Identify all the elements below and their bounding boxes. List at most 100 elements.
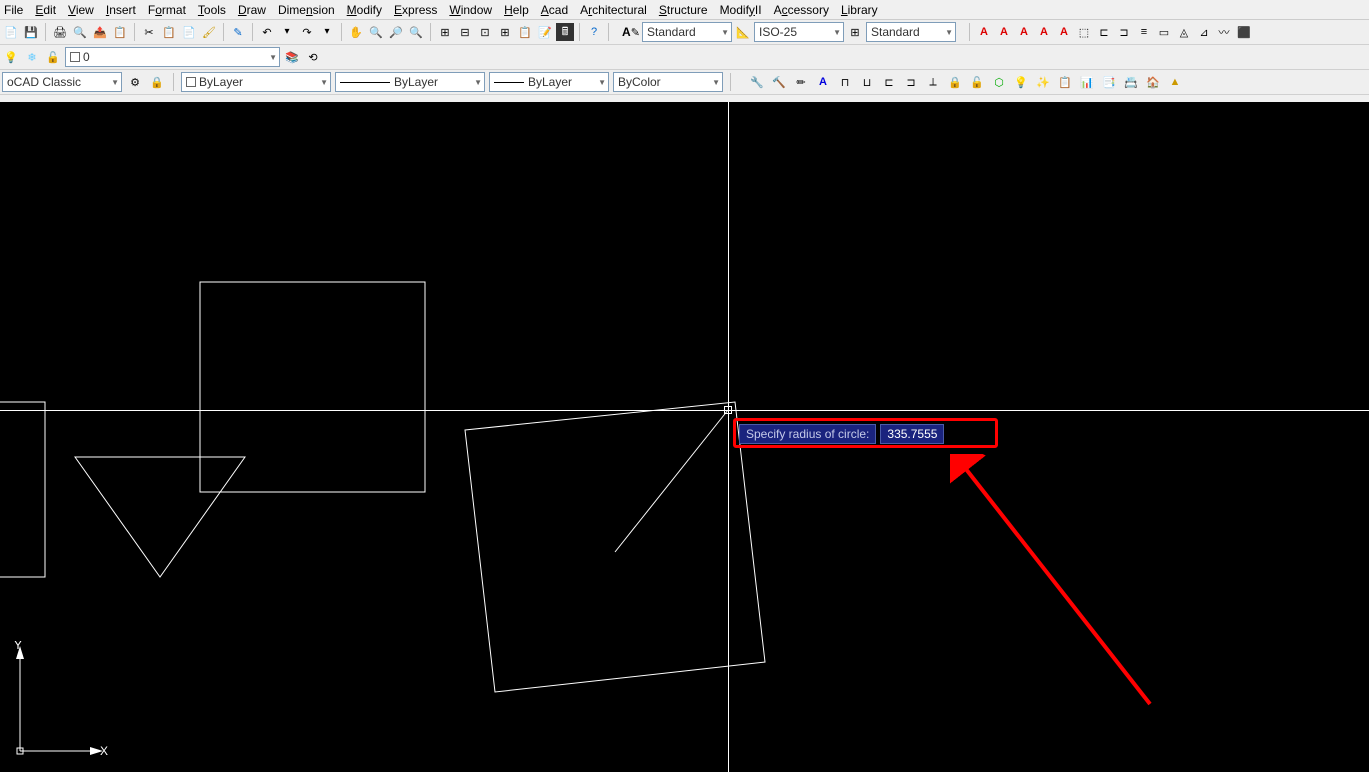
menu-format[interactable]: Format bbox=[148, 3, 186, 17]
menu-express[interactable]: Express bbox=[394, 3, 437, 17]
ws-lock-icon[interactable]: 🔒 bbox=[148, 73, 166, 91]
lineweight-dropdown[interactable]: ByLayer ▼ bbox=[489, 72, 609, 92]
menu-modify[interactable]: Modify bbox=[347, 3, 382, 17]
dim8-icon[interactable]: 〰 bbox=[1215, 23, 1233, 41]
menu-modify2[interactable]: ModifyII bbox=[720, 3, 762, 17]
plot-icon[interactable]: 🖨 bbox=[51, 23, 69, 41]
cut-icon[interactable]: ✂ bbox=[140, 23, 158, 41]
menu-file[interactable]: File bbox=[4, 3, 23, 17]
menu-draw[interactable]: Draw bbox=[238, 3, 266, 17]
help-icon[interactable]: ? bbox=[585, 23, 603, 41]
menu-structure[interactable]: Structure bbox=[659, 3, 708, 17]
mod10-icon[interactable]: 🔒 bbox=[946, 73, 964, 91]
menu-accessory[interactable]: Accessory bbox=[774, 3, 829, 17]
save-icon[interactable]: 💾 bbox=[22, 23, 40, 41]
mod13-icon[interactable]: 💡 bbox=[1012, 73, 1030, 91]
menu-acad[interactable]: Acad bbox=[541, 3, 568, 17]
undo-dd-icon[interactable]: ▾ bbox=[278, 23, 296, 41]
sheet-icon[interactable]: 📋 bbox=[516, 23, 534, 41]
table-style-dropdown[interactable]: Standard ▼ bbox=[866, 22, 956, 42]
mod17-icon[interactable]: 📑 bbox=[1100, 73, 1118, 91]
match-props-icon[interactable]: 🖌 bbox=[200, 23, 218, 41]
layer-prev-icon[interactable]: ⟲ bbox=[304, 48, 322, 66]
menu-help[interactable]: Help bbox=[504, 3, 529, 17]
mod4-icon[interactable]: A bbox=[814, 73, 832, 91]
mod3-icon[interactable]: ✏ bbox=[792, 73, 810, 91]
menu-library[interactable]: Library bbox=[841, 3, 878, 17]
quickcalc-icon[interactable]: 🖩 bbox=[556, 23, 574, 41]
mod1-icon[interactable]: 🔧 bbox=[748, 73, 766, 91]
mod20-icon[interactable]: ▲ bbox=[1166, 73, 1184, 91]
mod15-icon[interactable]: 📋 bbox=[1056, 73, 1074, 91]
mod9-icon[interactable]: ⟂ bbox=[924, 73, 942, 91]
text-a5-icon[interactable]: A bbox=[1055, 23, 1073, 41]
undo-icon[interactable]: ↶ bbox=[258, 23, 276, 41]
menu-edit[interactable]: Edit bbox=[35, 3, 56, 17]
mod12-icon[interactable]: ⬡ bbox=[990, 73, 1008, 91]
new-icon[interactable]: 📄 bbox=[2, 23, 20, 41]
text-style-dropdown[interactable]: Standard ▼ bbox=[642, 22, 732, 42]
text-a1-icon[interactable]: A bbox=[975, 23, 993, 41]
mod8-icon[interactable]: ⊐ bbox=[902, 73, 920, 91]
zoom-window-icon[interactable]: 🔎 bbox=[387, 23, 405, 41]
menu-tools[interactable]: Tools bbox=[198, 3, 226, 17]
mod14-icon[interactable]: ✨ bbox=[1034, 73, 1052, 91]
layer-freeze-icon[interactable]: ❄ bbox=[23, 48, 41, 66]
block-editor-icon[interactable]: ✎ bbox=[229, 23, 247, 41]
dim4-icon[interactable]: ≡ bbox=[1135, 23, 1153, 41]
text-a2-icon[interactable]: A bbox=[995, 23, 1013, 41]
menu-dimension[interactable]: Dimension bbox=[278, 3, 335, 17]
ws-settings-icon[interactable]: ⚙ bbox=[126, 73, 144, 91]
dim-style-dropdown[interactable]: ISO-25 ▼ bbox=[754, 22, 844, 42]
pan-icon[interactable]: ✋ bbox=[347, 23, 365, 41]
table-style-icon[interactable]: ⊞ bbox=[846, 23, 864, 41]
dim9-icon[interactable]: ⬛ bbox=[1235, 23, 1253, 41]
layer-states-icon[interactable]: 📚 bbox=[283, 48, 301, 66]
tool-palette-icon[interactable]: ⊡ bbox=[476, 23, 494, 41]
dim1-icon[interactable]: ⬚ bbox=[1075, 23, 1093, 41]
plot-preview-icon[interactable]: 🔍 bbox=[71, 23, 89, 41]
workspace-dropdown[interactable]: oCAD Classic ▼ bbox=[2, 72, 122, 92]
mod7-icon[interactable]: ⊏ bbox=[880, 73, 898, 91]
menu-insert[interactable]: Insert bbox=[106, 3, 136, 17]
redo-dd-icon[interactable]: ▾ bbox=[318, 23, 336, 41]
publish-icon[interactable]: 📤 bbox=[91, 23, 109, 41]
text-a4-icon[interactable]: A bbox=[1035, 23, 1053, 41]
text-a3-icon[interactable]: A bbox=[1015, 23, 1033, 41]
mod18-icon[interactable]: 📇 bbox=[1122, 73, 1140, 91]
dsm-icon[interactable]: ⊟ bbox=[456, 23, 474, 41]
dim6-icon[interactable]: ◬ bbox=[1175, 23, 1193, 41]
markup-icon[interactable]: 📝 bbox=[536, 23, 554, 41]
menu-window[interactable]: Window bbox=[449, 3, 492, 17]
publish2-icon[interactable]: 📋 bbox=[111, 23, 129, 41]
redo-icon[interactable]: ↷ bbox=[298, 23, 316, 41]
menu-view[interactable]: View bbox=[68, 3, 94, 17]
mod6-icon[interactable]: ⊔ bbox=[858, 73, 876, 91]
layer-dropdown[interactable]: 0 ▼ bbox=[65, 47, 280, 67]
color-dropdown[interactable]: ByLayer ▼ bbox=[181, 72, 331, 92]
mod5-icon[interactable]: ⊓ bbox=[836, 73, 854, 91]
layer-lock-icon[interactable]: 🔓 bbox=[44, 48, 62, 66]
mod2-icon[interactable]: 🔨 bbox=[770, 73, 788, 91]
mod19-icon[interactable]: 🏠 bbox=[1144, 73, 1162, 91]
calc-icon[interactable]: ⊞ bbox=[496, 23, 514, 41]
dim-style-icon[interactable]: 📐 bbox=[734, 23, 752, 41]
zoom-realtime-icon[interactable]: 🔍 bbox=[367, 23, 385, 41]
properties-icon[interactable]: ⊞ bbox=[436, 23, 454, 41]
layer-bulb-icon[interactable]: 💡 bbox=[2, 48, 20, 66]
copy-icon[interactable]: 📋 bbox=[160, 23, 178, 41]
dim7-icon[interactable]: ⊿ bbox=[1195, 23, 1213, 41]
mod11-icon[interactable]: 🔓 bbox=[968, 73, 986, 91]
dim3-icon[interactable]: ⊐ bbox=[1115, 23, 1133, 41]
drawing-canvas[interactable]: Y X Specify radius of circle: 335.7555 bbox=[0, 102, 1369, 772]
zoom-prev-icon[interactable]: 🔍 bbox=[407, 23, 425, 41]
dim2-icon[interactable]: ⊏ bbox=[1095, 23, 1113, 41]
dynamic-input-value[interactable]: 335.7555 bbox=[880, 424, 944, 444]
plotstyle-dropdown[interactable]: ByColor ▼ bbox=[613, 72, 723, 92]
menu-architectural[interactable]: Architectural bbox=[580, 3, 647, 17]
paste-icon[interactable]: 📄 bbox=[180, 23, 198, 41]
dim5-icon[interactable]: ▭ bbox=[1155, 23, 1173, 41]
mod16-icon[interactable]: 📊 bbox=[1078, 73, 1096, 91]
text-style-icon[interactable]: A✎ bbox=[622, 23, 640, 41]
linetype-dropdown[interactable]: ByLayer ▼ bbox=[335, 72, 485, 92]
